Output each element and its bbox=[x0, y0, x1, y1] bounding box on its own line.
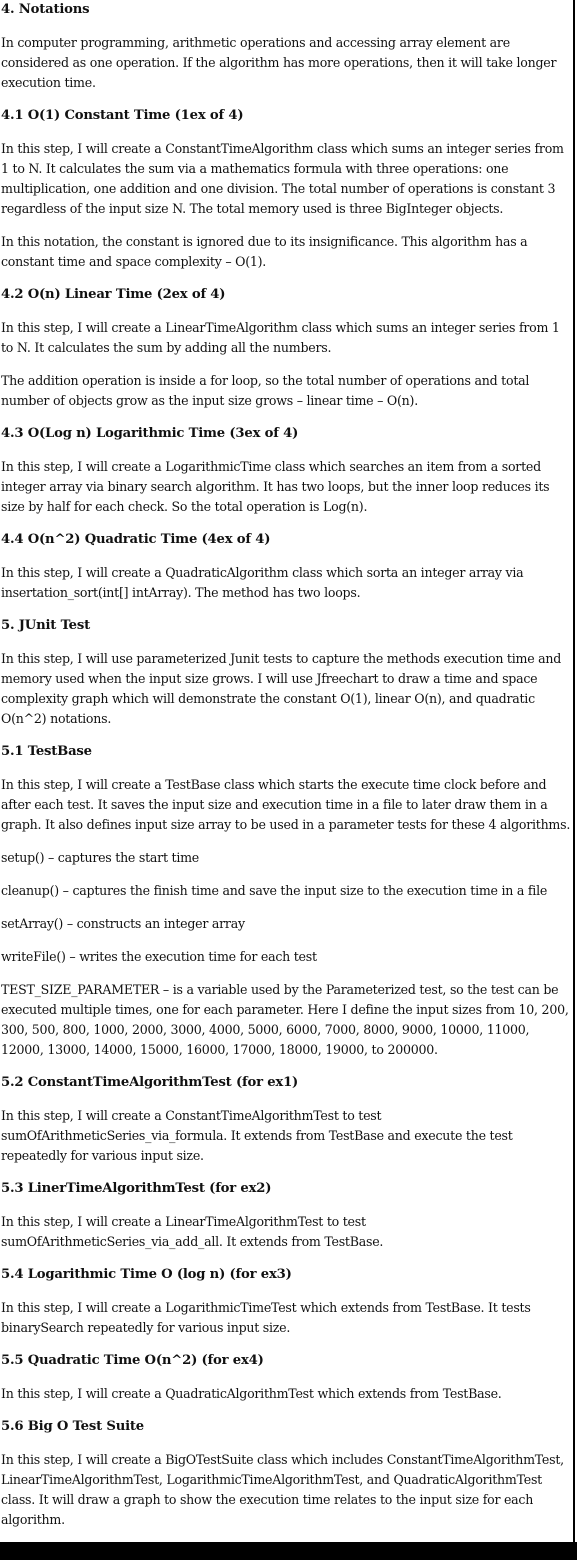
document-page: 4. Notations In computer programming, ar… bbox=[0, 0, 575, 1542]
paragraph: In this step, I will create a QuadraticA… bbox=[1, 1386, 502, 1401]
paragraph: In this step, I will create a LinearTime… bbox=[1, 320, 560, 355]
section-heading-logarithmic-time-test: 5.4 Logarithmic Time O (log n) (for ex3) bbox=[1, 1267, 292, 1282]
paragraph: In this step, I will create a ConstantTi… bbox=[1, 141, 564, 216]
section-heading-big-o-test-suite: 5.6 Big O Test Suite bbox=[1, 1419, 144, 1434]
section-heading-junit-test: 5. JUnit Test bbox=[1, 618, 90, 633]
section-heading-quadratic-time: 4.4 O(n^2) Quadratic Time (4ex of 4) bbox=[1, 532, 271, 547]
footer-bar bbox=[0, 1542, 577, 1560]
section-heading-logarithmic-time: 4.3 O(Log n) Logarithmic Time (3ex of 4) bbox=[1, 426, 299, 441]
paragraph: In this step, I will create a LinearTime… bbox=[1, 1214, 384, 1249]
paragraph: In computer programming, arithmetic oper… bbox=[1, 35, 557, 90]
paragraph: The addition operation is inside a for l… bbox=[1, 373, 530, 408]
paragraph: In this step, I will create a Logarithmi… bbox=[1, 459, 550, 514]
paragraph: In this step, I will create a ConstantTi… bbox=[1, 1108, 513, 1163]
section-heading-linear-time: 4.2 O(n) Linear Time (2ex of 4) bbox=[1, 287, 226, 302]
paragraph: In this step, I will create a Logarithmi… bbox=[1, 1300, 531, 1335]
paragraph: In this step, I will create a QuadraticA… bbox=[1, 565, 524, 600]
paragraph: setArray() – constructs an integer array bbox=[1, 916, 245, 931]
section-heading-linear-time-test: 5.3 LinerTimeAlgorithmTest (for ex2) bbox=[1, 1181, 272, 1196]
section-heading-quadratic-time-test: 5.5 Quadratic Time O(n^2) (for ex4) bbox=[1, 1353, 264, 1368]
paragraph: TEST_SIZE_PARAMETER – is a variable used… bbox=[1, 982, 569, 1057]
paragraph: In this notation, the constant is ignore… bbox=[1, 234, 528, 269]
paragraph: In this step, I will create a BigOTestSu… bbox=[1, 1452, 564, 1527]
paragraph: setup() – captures the start time bbox=[1, 850, 199, 865]
paragraph: In this step, I will create a TestBase c… bbox=[1, 777, 571, 832]
paragraph: writeFile() – writes the execution time … bbox=[1, 949, 317, 964]
section-heading-testbase: 5.1 TestBase bbox=[1, 744, 92, 759]
paragraph: In this step, I will use parameterized J… bbox=[1, 651, 562, 726]
paragraph: cleanup() – captures the finish time and… bbox=[1, 883, 548, 898]
section-heading-constant-time: 4.1 O(1) Constant Time (1ex of 4) bbox=[1, 108, 244, 123]
section-heading-constant-time-test: 5.2 ConstantTimeAlgorithmTest (for ex1) bbox=[1, 1075, 299, 1090]
section-heading-notations: 4. Notations bbox=[1, 2, 90, 17]
